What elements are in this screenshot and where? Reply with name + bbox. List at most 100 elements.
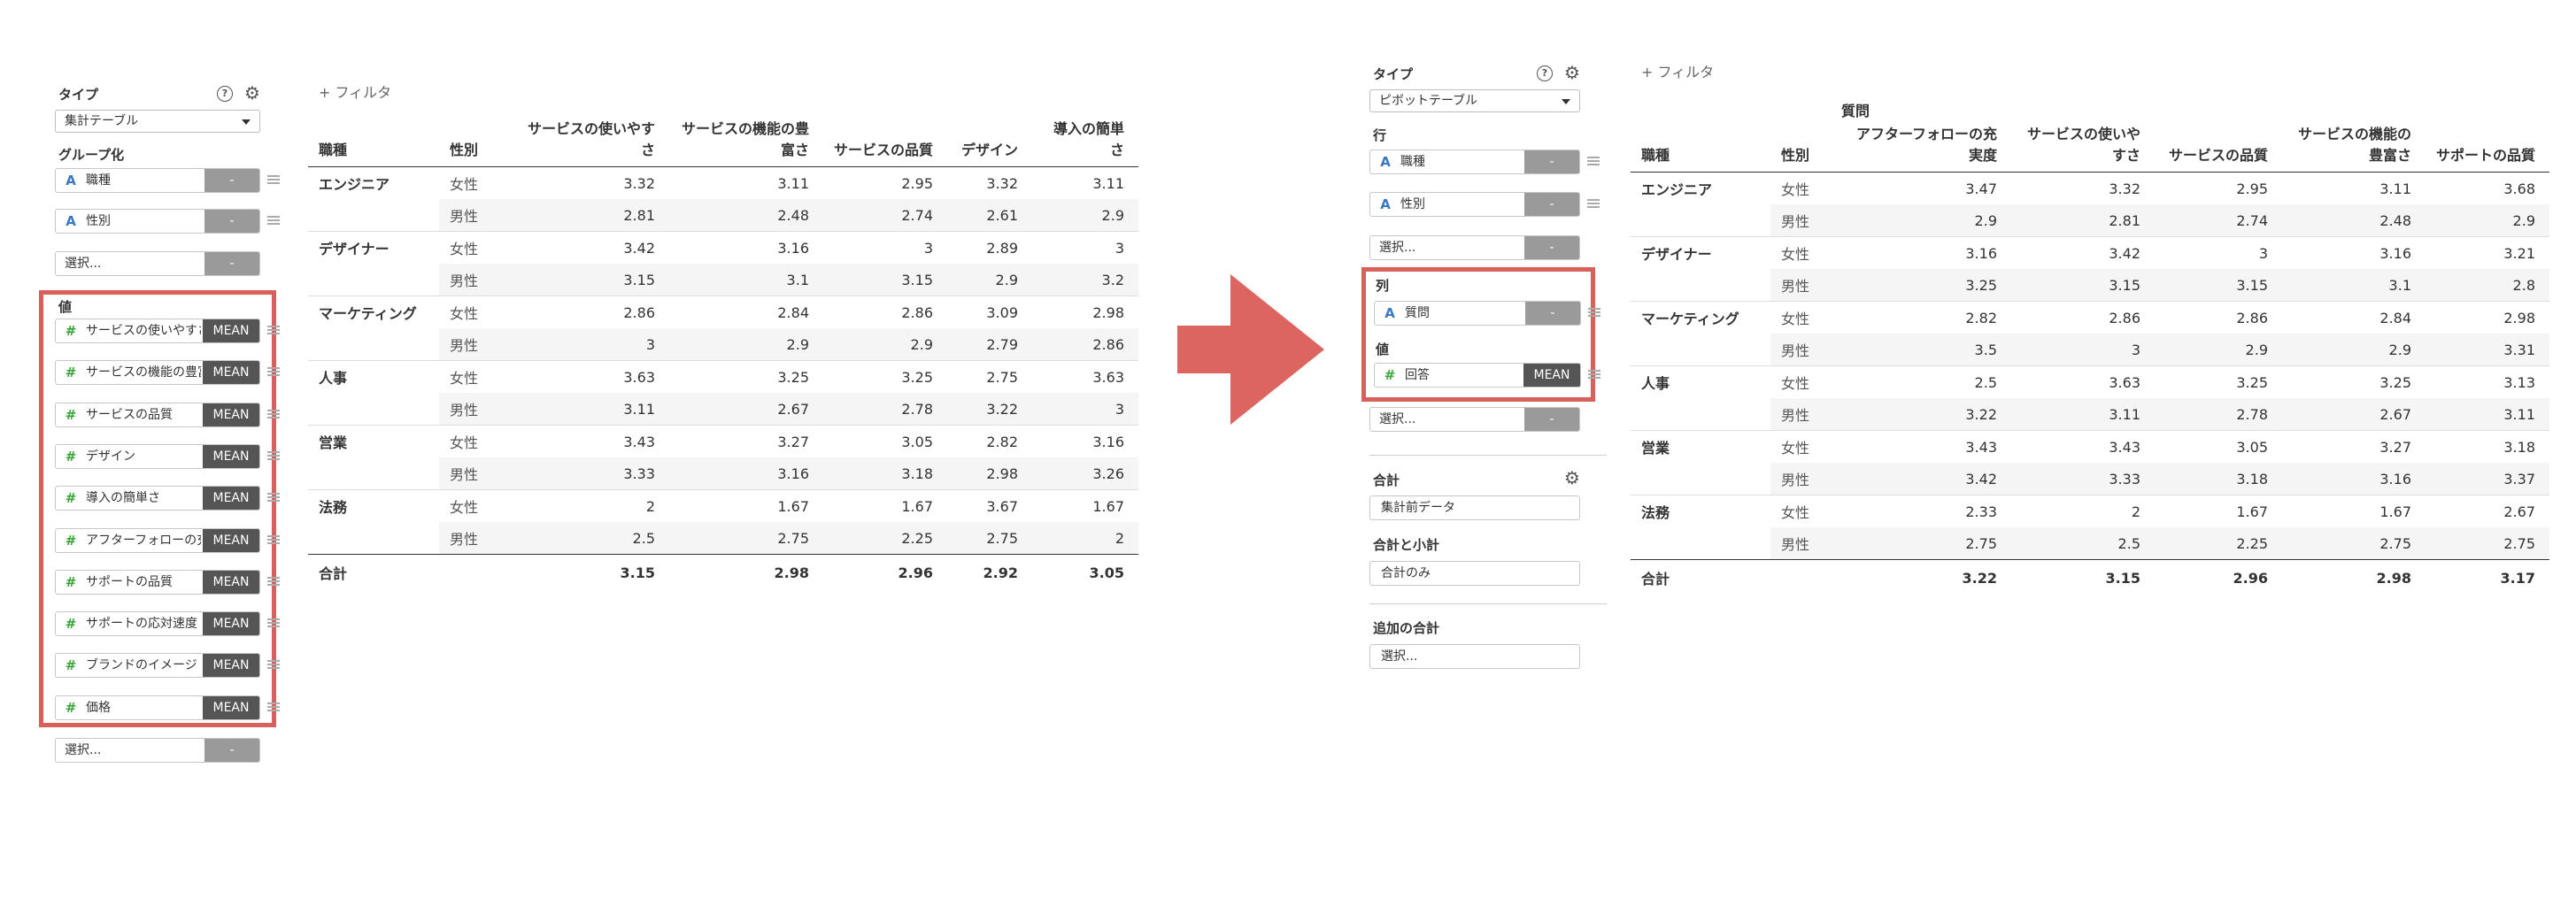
field-pill[interactable]: # アフターフォローの充実度MEAN (55, 527, 260, 553)
column-header[interactable]: デザイン (947, 119, 1032, 167)
field-select[interactable]: 選択... - (1369, 235, 1580, 260)
field-pill[interactable]: # サポートの品質 MEAN (55, 569, 260, 595)
drag-handle-icon[interactable] (267, 450, 280, 460)
help-icon[interactable]: ? (217, 86, 233, 102)
drag-handle-icon[interactable] (267, 216, 280, 225)
table-cell: 2.82 (947, 425, 1032, 457)
table-cell: 1.67 (1032, 489, 1138, 522)
options-button[interactable]: - (1524, 408, 1579, 431)
aggregation-button[interactable]: MEAN (203, 487, 259, 511)
drag-handle-icon[interactable] (267, 175, 280, 184)
drag-handle-icon[interactable] (1588, 370, 1600, 379)
summary-table: 職種 性別 サービスの使いやすさ サービスの機能の豊富さ サービスの品質 デザイン 導入の簡… (308, 119, 1138, 590)
type-select[interactable]: ピボットテーブル (1369, 89, 1580, 112)
drag-handle-icon[interactable] (267, 409, 280, 418)
table-cell: 3.09 (947, 296, 1032, 328)
aggregation-button[interactable]: MEAN (203, 654, 259, 678)
gear-icon[interactable]: ⚙ (244, 84, 260, 102)
aggregation-button[interactable]: MEAN (203, 403, 259, 426)
aggregation-button[interactable]: MEAN (203, 612, 259, 636)
column-header[interactable]: 性別 (439, 119, 512, 167)
field-select[interactable]: 選択... - (55, 251, 260, 276)
column-header[interactable]: サービスの機能の豊富さ (2282, 124, 2426, 173)
aggregation-button[interactable]: MEAN (1523, 364, 1580, 387)
field-pill[interactable]: A 職種 - (55, 168, 260, 193)
options-button[interactable]: - (204, 252, 259, 275)
table-cell: 2.48 (2282, 204, 2426, 237)
drag-handle-icon[interactable] (267, 493, 280, 503)
options-button[interactable]: - (1525, 302, 1580, 325)
field-pill[interactable]: # サービスの使いやすさ MEAN (55, 319, 260, 343)
field-select[interactable]: 選択... - (1369, 407, 1580, 432)
field-name: 回答 (1405, 368, 1430, 382)
total-select[interactable]: 集計前データ (1369, 495, 1580, 520)
gear-icon[interactable]: ⚙ (1564, 469, 1580, 487)
drag-handle-icon[interactable] (267, 660, 280, 670)
table-cell: 3.11 (2011, 398, 2155, 431)
table-row: 営業 女性 3.43 3.43 3.05 3.27 3.18 (1631, 430, 2549, 495)
field-pill[interactable]: # サポートの応対速度 MEAN (55, 611, 260, 637)
aggregation-button[interactable]: MEAN (203, 570, 259, 594)
extra-total-select[interactable]: 選択... (1369, 644, 1580, 669)
field-pill[interactable]: # サービスの品質 MEAN (55, 402, 260, 427)
aggregation-button[interactable]: MEAN (203, 361, 259, 385)
table-row: 人事 女性 2.5 3.63 3.25 3.25 3.13 (1631, 365, 2549, 431)
drag-handle-icon[interactable] (267, 702, 280, 711)
total-cell: 3.22 (1845, 559, 2011, 595)
column-header[interactable]: サービスの使いやすさ (2011, 124, 2155, 173)
aggregation-button[interactable]: MEAN (203, 444, 259, 468)
help-icon[interactable]: ? (1537, 65, 1553, 81)
field-pill[interactable]: A 性別 - (1369, 192, 1580, 217)
drag-handle-icon[interactable] (267, 618, 280, 628)
column-header[interactable]: サービスの品質 (2155, 124, 2282, 173)
drag-handle-icon[interactable] (267, 576, 280, 586)
table-cell: 2.81 (512, 199, 669, 232)
drag-handle-icon[interactable] (1588, 308, 1600, 317)
drag-handle-icon[interactable] (1587, 199, 1600, 208)
options-button[interactable]: - (204, 169, 259, 192)
field-pill[interactable]: # ブランドのイメージ MEAN (55, 653, 260, 679)
column-header[interactable]: アフターフォローの充実度 (1845, 124, 2011, 173)
filter-button[interactable]: + フィルタ (1641, 60, 1714, 81)
aggregation-button[interactable]: MEAN (203, 319, 259, 342)
field-pill[interactable]: # 価格 MEAN (55, 695, 260, 720)
field-pill[interactable]: # 回答 MEAN (1374, 363, 1581, 388)
options-button[interactable]: - (204, 739, 259, 762)
options-button[interactable]: - (204, 210, 259, 233)
drag-handle-icon[interactable] (267, 326, 280, 334)
gear-icon[interactable]: ⚙ (1564, 64, 1580, 81)
column-header[interactable]: 職種 (1631, 124, 1770, 173)
table-cell: 2.86 (1032, 328, 1138, 361)
table-row: エンジニア 女性 3.47 3.32 2.95 3.11 3.68 (1631, 173, 2549, 205)
drag-handle-icon[interactable] (267, 367, 280, 377)
options-button[interactable]: - (1524, 193, 1579, 216)
field-pill[interactable]: # 導入の簡単さ MEAN (55, 486, 260, 511)
drag-handle-icon[interactable] (267, 534, 280, 544)
drag-handle-icon[interactable] (1587, 157, 1600, 165)
column-header[interactable]: サービスの機能の豊富さ (669, 119, 823, 167)
filter-button[interactable]: + フィルタ (319, 81, 391, 102)
column-header[interactable]: サービスの品質 (823, 119, 947, 167)
subtotal-select[interactable]: 合計のみ (1369, 561, 1580, 586)
field-name: サービスの機能の豊富さ (86, 365, 201, 380)
table-cell: 3.25 (1845, 269, 2011, 302)
column-header[interactable]: サービスの使いやすさ (512, 119, 669, 167)
table-cell: 3 (512, 328, 669, 361)
field-pill[interactable]: A 性別 - (55, 209, 260, 234)
type-select[interactable]: 集計テーブル (55, 110, 260, 133)
field-select[interactable]: 選択... - (55, 738, 260, 763)
options-button[interactable]: - (1524, 150, 1579, 173)
field-pill[interactable]: # サービスの機能の豊富さMEAN (55, 360, 260, 386)
field-pill[interactable]: A 質問 - (1374, 301, 1581, 326)
aggregation-button[interactable]: MEAN (203, 528, 259, 552)
aggregation-button[interactable]: MEAN (203, 695, 259, 719)
column-header[interactable]: サポートの品質 (2426, 124, 2549, 173)
row-group-label: 営業 (308, 425, 439, 490)
field-pill[interactable]: A 職種 - (1369, 150, 1580, 174)
options-button[interactable]: - (1524, 236, 1579, 259)
column-header[interactable]: 性別 (1770, 124, 1845, 173)
column-header[interactable]: 職種 (308, 119, 439, 167)
field-name: 価格 (86, 700, 111, 715)
column-header[interactable]: 導入の簡単さ (1032, 119, 1138, 167)
field-pill[interactable]: # デザイン MEAN (55, 443, 260, 469)
